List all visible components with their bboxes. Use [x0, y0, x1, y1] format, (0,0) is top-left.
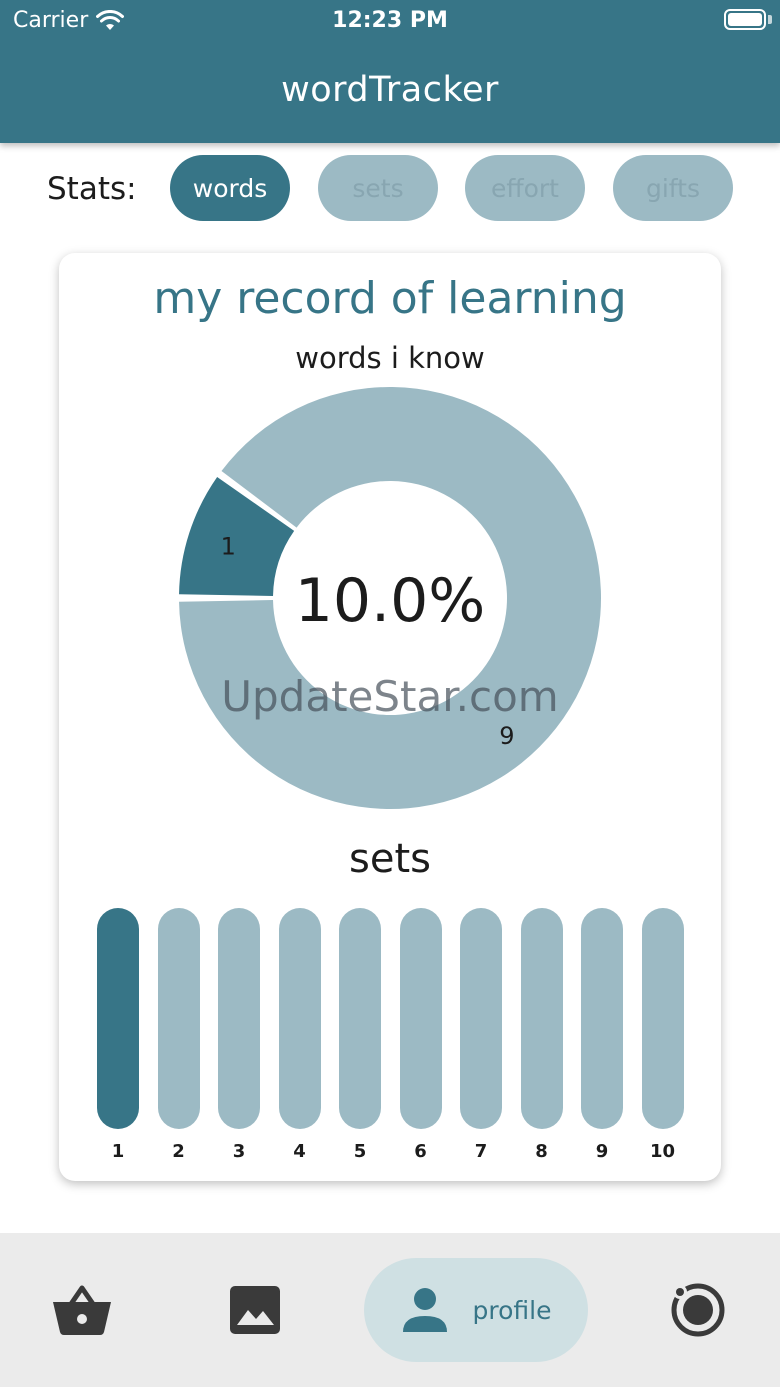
nav-item-record[interactable] [658, 1258, 738, 1362]
words-donut-chart: 1 9 10.0% [179, 386, 601, 809]
set-bar-label: 4 [293, 1141, 306, 1162]
status-time: 12:23 PM [332, 8, 448, 33]
stats-label: Stats: [47, 171, 137, 207]
set-bar-7[interactable] [460, 908, 502, 1129]
tab-words[interactable]: words [170, 155, 290, 221]
bottom-nav: profile [0, 1233, 780, 1387]
person-icon [402, 1288, 447, 1332]
set-bar-label: 6 [414, 1141, 427, 1162]
tab-effort[interactable]: effort [465, 155, 585, 221]
donut-center-value: 10.0% [295, 566, 486, 636]
set-bar-label: 2 [172, 1141, 185, 1162]
nav-label-profile: profile [472, 1295, 552, 1325]
basket-icon [53, 1285, 111, 1335]
set-bar-5[interactable] [339, 908, 381, 1129]
set-bar-label: 8 [535, 1141, 548, 1162]
set-bar-label: 7 [474, 1141, 488, 1162]
set-bar-1[interactable] [97, 908, 139, 1129]
battery-tip [768, 15, 772, 24]
sets-bar-chart: 1 2 3 4 5 6 7 8 9 10 [59, 908, 721, 1168]
tab-gifts[interactable]: gifts [613, 155, 733, 221]
sets-chart-title: sets [349, 836, 431, 882]
set-bar-2[interactable] [157, 908, 200, 1129]
app-title: wordTracker [281, 70, 499, 110]
nav-item-profile[interactable]: profile [364, 1258, 588, 1362]
set-bar-label: 10 [649, 1141, 676, 1162]
set-bar-label: 3 [232, 1141, 246, 1162]
set-bar-4[interactable] [278, 908, 321, 1129]
set-bar-9[interactable] [581, 908, 623, 1129]
app-header: Carrier 12:23 PM wordTracker [0, 0, 780, 143]
tab-sets[interactable]: sets [318, 155, 438, 221]
image-icon [230, 1286, 280, 1334]
learning-record-card: my record of learning words i know 19 10… [59, 253, 721, 1181]
set-bar-10[interactable] [641, 908, 684, 1129]
set-bar-6[interactable] [399, 908, 442, 1129]
donut-slice-label: 9 [499, 722, 514, 750]
set-bar-label: 9 [595, 1141, 609, 1162]
set-bar-label: 1 [111, 1141, 125, 1162]
set-bar-8[interactable] [520, 908, 563, 1129]
nav-item-gallery[interactable] [215, 1258, 295, 1362]
set-bar-label: 5 [353, 1141, 367, 1162]
stats-tab-row: Stats: words sets effort gifts [0, 155, 780, 221]
battery-icon [724, 9, 766, 30]
donut-slice-label: 1 [221, 532, 236, 560]
status-bar: Carrier 12:23 PM [0, 0, 780, 40]
set-bar-3[interactable] [218, 908, 260, 1129]
record-icon [671, 1283, 725, 1337]
nav-item-shop[interactable] [42, 1258, 122, 1362]
